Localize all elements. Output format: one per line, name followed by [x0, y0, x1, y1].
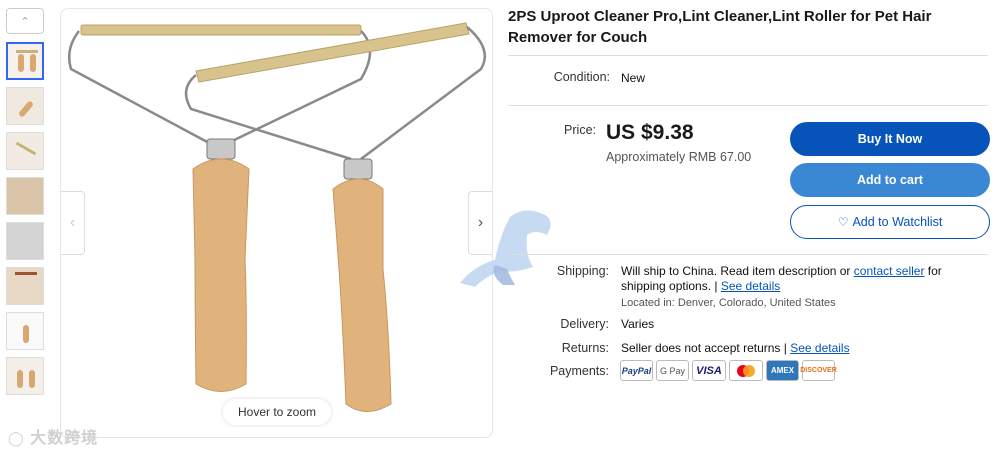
thumbnail-image: [16, 50, 38, 53]
paypal-icon: PayPal: [620, 360, 653, 381]
returns-value: Seller does not accept returns | See det…: [621, 341, 850, 355]
divider: [508, 105, 988, 106]
wooden-handle: [332, 178, 392, 412]
shipping-label: Shipping:: [556, 264, 609, 278]
heart-icon: ♡: [837, 215, 849, 229]
mastercard-icon: [729, 360, 763, 381]
thumbnail-image: [15, 141, 37, 156]
thumbnail-3[interactable]: [6, 132, 44, 170]
thumbnail-5[interactable]: [6, 222, 44, 260]
price-approx-prefix: Approximately: [606, 150, 689, 164]
thumbnail-2[interactable]: [6, 87, 44, 125]
chevron-left-icon: ‹: [69, 214, 76, 231]
thumbnail-7[interactable]: [6, 312, 44, 350]
hover-to-zoom-label: Hover to zoom: [223, 399, 331, 425]
thumbnail-image: [17, 370, 23, 388]
delivery-value: Varies: [621, 317, 655, 331]
discover-icon: DISCOVER: [800, 360, 837, 381]
item-location: Located in: Denver, Colorado, United Sta…: [621, 297, 836, 309]
returns-see-details-link[interactable]: See details: [790, 341, 849, 355]
watermark-label: 大数跨境: [30, 430, 99, 447]
shipping-see-details-link[interactable]: See details: [721, 279, 780, 293]
watchlist-label: Add to Watchlist: [852, 215, 943, 229]
price-approx-value: RMB 67.00: [688, 150, 752, 164]
metal-ferrule: [343, 158, 373, 180]
visa-icon: VISA: [692, 360, 726, 381]
google-pay-icon: G Pay: [656, 360, 689, 381]
delivery-label: Delivery:: [560, 317, 609, 331]
payment-methods: PayPal G Pay VISA AMEX DISCOVER: [620, 360, 837, 381]
main-product-image[interactable]: ‹ › Hover to zoom: [60, 8, 493, 438]
chevron-up-icon: ⌃: [20, 15, 30, 28]
condition-value: New: [621, 71, 646, 85]
product-title: 2PS Uproot Cleaner Pro,Lint Cleaner,Lint…: [508, 8, 932, 46]
contact-seller-link[interactable]: contact seller: [854, 264, 925, 278]
shipping-text: Will ship to China. Read item descriptio…: [621, 264, 854, 278]
previous-image-button[interactable]: ‹: [61, 191, 85, 255]
thumbnail-image: [30, 54, 36, 72]
amex-icon: AMEX: [766, 360, 799, 381]
price-label: Price:: [564, 123, 596, 137]
thumbnail-6[interactable]: [6, 267, 44, 305]
returns-label: Returns:: [561, 341, 609, 355]
buy-it-now-button[interactable]: Buy It Now: [790, 122, 990, 156]
thumbnail-image: [17, 100, 35, 118]
shipping-value: Will ship to China. Read item descriptio…: [621, 264, 981, 311]
roller-bar: [80, 24, 362, 36]
thumbnail-scroll-up-button[interactable]: ⌃: [6, 8, 44, 34]
thumbnail-1[interactable]: [6, 42, 44, 80]
thumbnail-image: [15, 272, 37, 275]
divider: [508, 254, 988, 255]
wooden-handle: [192, 158, 250, 392]
thumbnail-image: [29, 370, 35, 388]
thumbnail-image: [18, 54, 24, 72]
watermark-logo-mark: ◯: [8, 430, 25, 446]
product-photo: [68, 22, 486, 412]
thumbnail-image: [23, 325, 29, 343]
price-approximate: Approximately RMB 67.00: [606, 150, 751, 164]
returns-text: Seller does not accept returns |: [621, 341, 791, 355]
thumbnail-strip: ⌃: [6, 8, 46, 402]
payments-label: Payments:: [549, 364, 609, 378]
add-to-watchlist-button[interactable]: ♡ Add to Watchlist: [790, 205, 990, 239]
thumbnail-8[interactable]: [6, 357, 44, 395]
watermark-text: ◯ 大数跨境: [8, 424, 98, 448]
divider: [508, 55, 988, 56]
mastercard-circles: [737, 364, 755, 377]
metal-ferrule: [206, 138, 236, 160]
condition-label: Condition:: [553, 70, 610, 84]
add-to-cart-button[interactable]: Add to cart: [790, 163, 990, 197]
price-value: US $9.38: [606, 121, 694, 144]
thumbnail-4[interactable]: [6, 177, 44, 215]
